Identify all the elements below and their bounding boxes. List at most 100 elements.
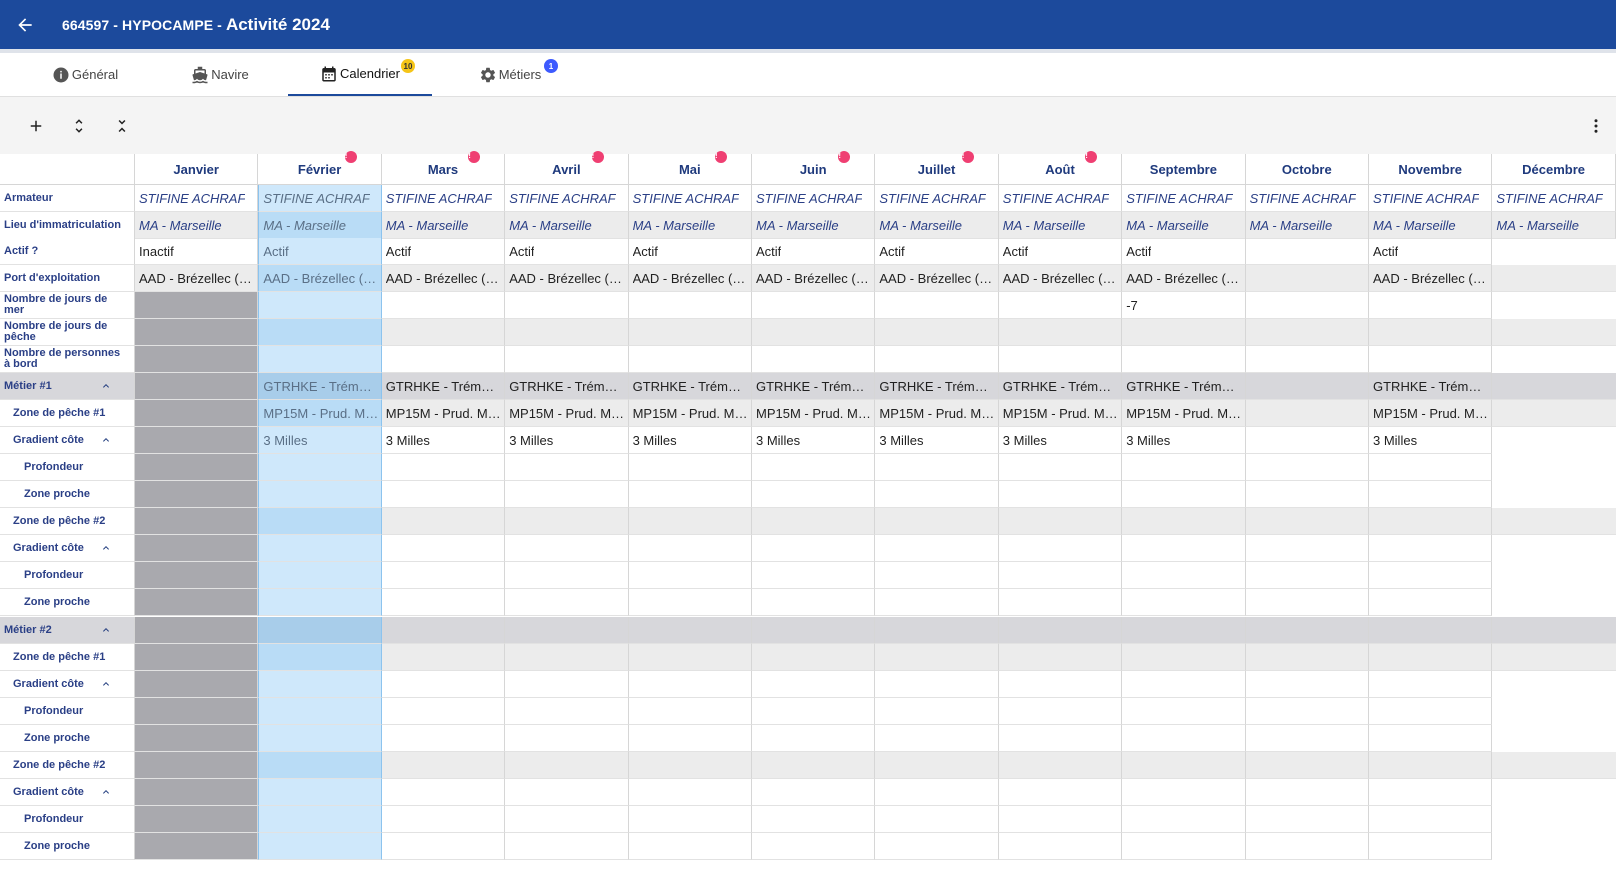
calendar-cell[interactable] [875,535,999,562]
calendar-cell[interactable] [1369,779,1493,806]
calendar-cell[interactable] [1245,725,1369,752]
calendar-cell[interactable] [381,481,506,508]
calendar-cell[interactable] [1245,752,1369,779]
calendar-cell[interactable] [381,617,506,644]
calendar-cell[interactable] [505,292,629,319]
calendar-cell[interactable] [875,698,999,725]
calendar-cell[interactable] [1492,373,1616,400]
calendar-cell[interactable] [628,319,752,346]
calendar-cell[interactable] [628,644,752,671]
calendar-cell[interactable] [381,671,506,698]
calendar-cell[interactable] [752,617,876,644]
calendar-cell[interactable] [628,508,752,535]
calendar-cell[interactable] [1369,508,1493,535]
calendar-cell[interactable] [1245,617,1369,644]
calendar-cell[interactable] [998,644,1123,671]
calendar-cell[interactable] [258,617,382,644]
calendar-cell[interactable]: MP15M - Prud. Marseille [998,400,1123,427]
calendar-cell[interactable]: STIFINE ACHRAF [1122,185,1246,212]
calendar-cell[interactable] [1122,589,1246,616]
calendar-cell[interactable] [1122,562,1246,589]
calendar-cell[interactable] [628,779,752,806]
calendar-cell[interactable] [752,508,876,535]
calendar-cell[interactable] [1492,400,1616,427]
calendar-cell[interactable] [628,671,752,698]
calendar-cell[interactable]: AAD - Brézellec (Plogoff) [1369,265,1493,292]
calendar-cell[interactable] [875,725,999,752]
calendar-cell[interactable]: Actif [998,238,1123,265]
calendar-cell[interactable] [1245,806,1369,833]
month-header[interactable]: Février! [258,151,382,185]
calendar-cell[interactable] [258,698,382,725]
calendar-cell[interactable] [1245,644,1369,671]
calendar-cell[interactable] [628,454,752,481]
month-header[interactable]: Juin! [752,151,876,185]
calendar-cell[interactable]: Actif [1369,238,1493,265]
calendar-cell[interactable]: STIFINE ACHRAF [998,185,1123,212]
calendar-cell[interactable] [1245,238,1369,265]
calendar-cell[interactable] [1492,779,1615,806]
calendar-cell[interactable] [381,589,506,616]
calendar-cell[interactable] [752,752,876,779]
calendar-cell[interactable] [135,454,259,481]
add-icon[interactable] [21,111,51,141]
calendar-cell[interactable]: MA - Marseille [135,212,259,239]
calendar-cell[interactable]: MA - Marseille [998,212,1123,239]
calendar-cell[interactable] [1492,319,1616,346]
calendar-cell[interactable] [628,698,752,725]
calendar-cell[interactable]: AAD - Brézellec (Plogoff) [505,265,629,292]
calendar-cell[interactable] [628,562,752,589]
calendar-cell[interactable]: Actif [628,238,752,265]
calendar-cell[interactable]: 3 Milles [628,427,752,454]
calendar-cell[interactable]: MA - Marseille [258,212,382,239]
calendar-cell[interactable]: 3 Milles [752,427,876,454]
calendar-cell[interactable] [1492,238,1615,265]
calendar-cell[interactable] [1492,644,1616,671]
calendar-cell[interactable] [1245,400,1369,427]
chevron-up-icon[interactable] [100,380,112,392]
calendar-cell[interactable]: 3 Milles [258,427,382,454]
calendar-cell[interactable] [258,752,382,779]
more-vert-icon[interactable] [1586,111,1606,141]
calendar-cell[interactable]: STIFINE ACHRAF [1492,185,1616,212]
calendar-cell[interactable] [628,481,752,508]
calendar-cell[interactable] [1245,671,1369,698]
calendar-cell[interactable]: 3 Milles [505,427,629,454]
calendar-cell[interactable] [875,752,999,779]
calendar-cell[interactable] [998,454,1123,481]
calendar-cell[interactable] [998,481,1123,508]
calendar-cell[interactable] [258,644,382,671]
tab-metiers[interactable]: Métiers 1 [455,53,565,96]
month-header[interactable]: Septembre [1122,154,1246,185]
calendar-cell[interactable]: GTRHKE - Trémails à merlu [1122,373,1246,400]
chevron-up-icon[interactable] [100,678,112,690]
calendar-cell[interactable] [1122,454,1246,481]
calendar-cell[interactable]: 3 Milles [1369,427,1493,454]
calendar-cell[interactable] [258,454,382,481]
calendar-cell[interactable] [752,535,876,562]
calendar-cell[interactable]: GTRHKE - Trémails à merlu [875,373,999,400]
calendar-cell[interactable] [875,562,999,589]
calendar-cell[interactable] [135,373,259,400]
calendar-cell[interactable]: GTRHKE - Trémails à merlu [752,373,876,400]
calendar-cell[interactable] [998,752,1123,779]
calendar-cell[interactable] [505,617,629,644]
month-header[interactable]: Décembre [1492,154,1616,185]
calendar-cell[interactable] [998,671,1123,698]
calendar-cell[interactable] [628,617,752,644]
calendar-cell[interactable]: AAD - Brézellec (Plogoff) [998,265,1123,292]
calendar-cell[interactable] [1122,725,1246,752]
calendar-cell[interactable] [1492,481,1615,508]
calendar-cell[interactable] [1492,725,1615,752]
calendar-cell[interactable] [135,508,259,535]
calendar-cell[interactable]: GTRHKE - Trémails à merlu [628,373,752,400]
calendar-cell[interactable]: -7 [1122,292,1246,319]
calendar-cell[interactable] [875,644,999,671]
calendar-cell[interactable] [1492,346,1615,373]
calendar-cell[interactable] [505,671,629,698]
month-header[interactable]: Janvier [135,154,259,185]
calendar-cell[interactable] [135,833,259,860]
calendar-cell[interactable]: MA - Marseille [1122,212,1246,239]
calendar-cell[interactable]: GTRHKE - Trémails à merlu [258,373,382,400]
calendar-cell[interactable] [1369,698,1493,725]
